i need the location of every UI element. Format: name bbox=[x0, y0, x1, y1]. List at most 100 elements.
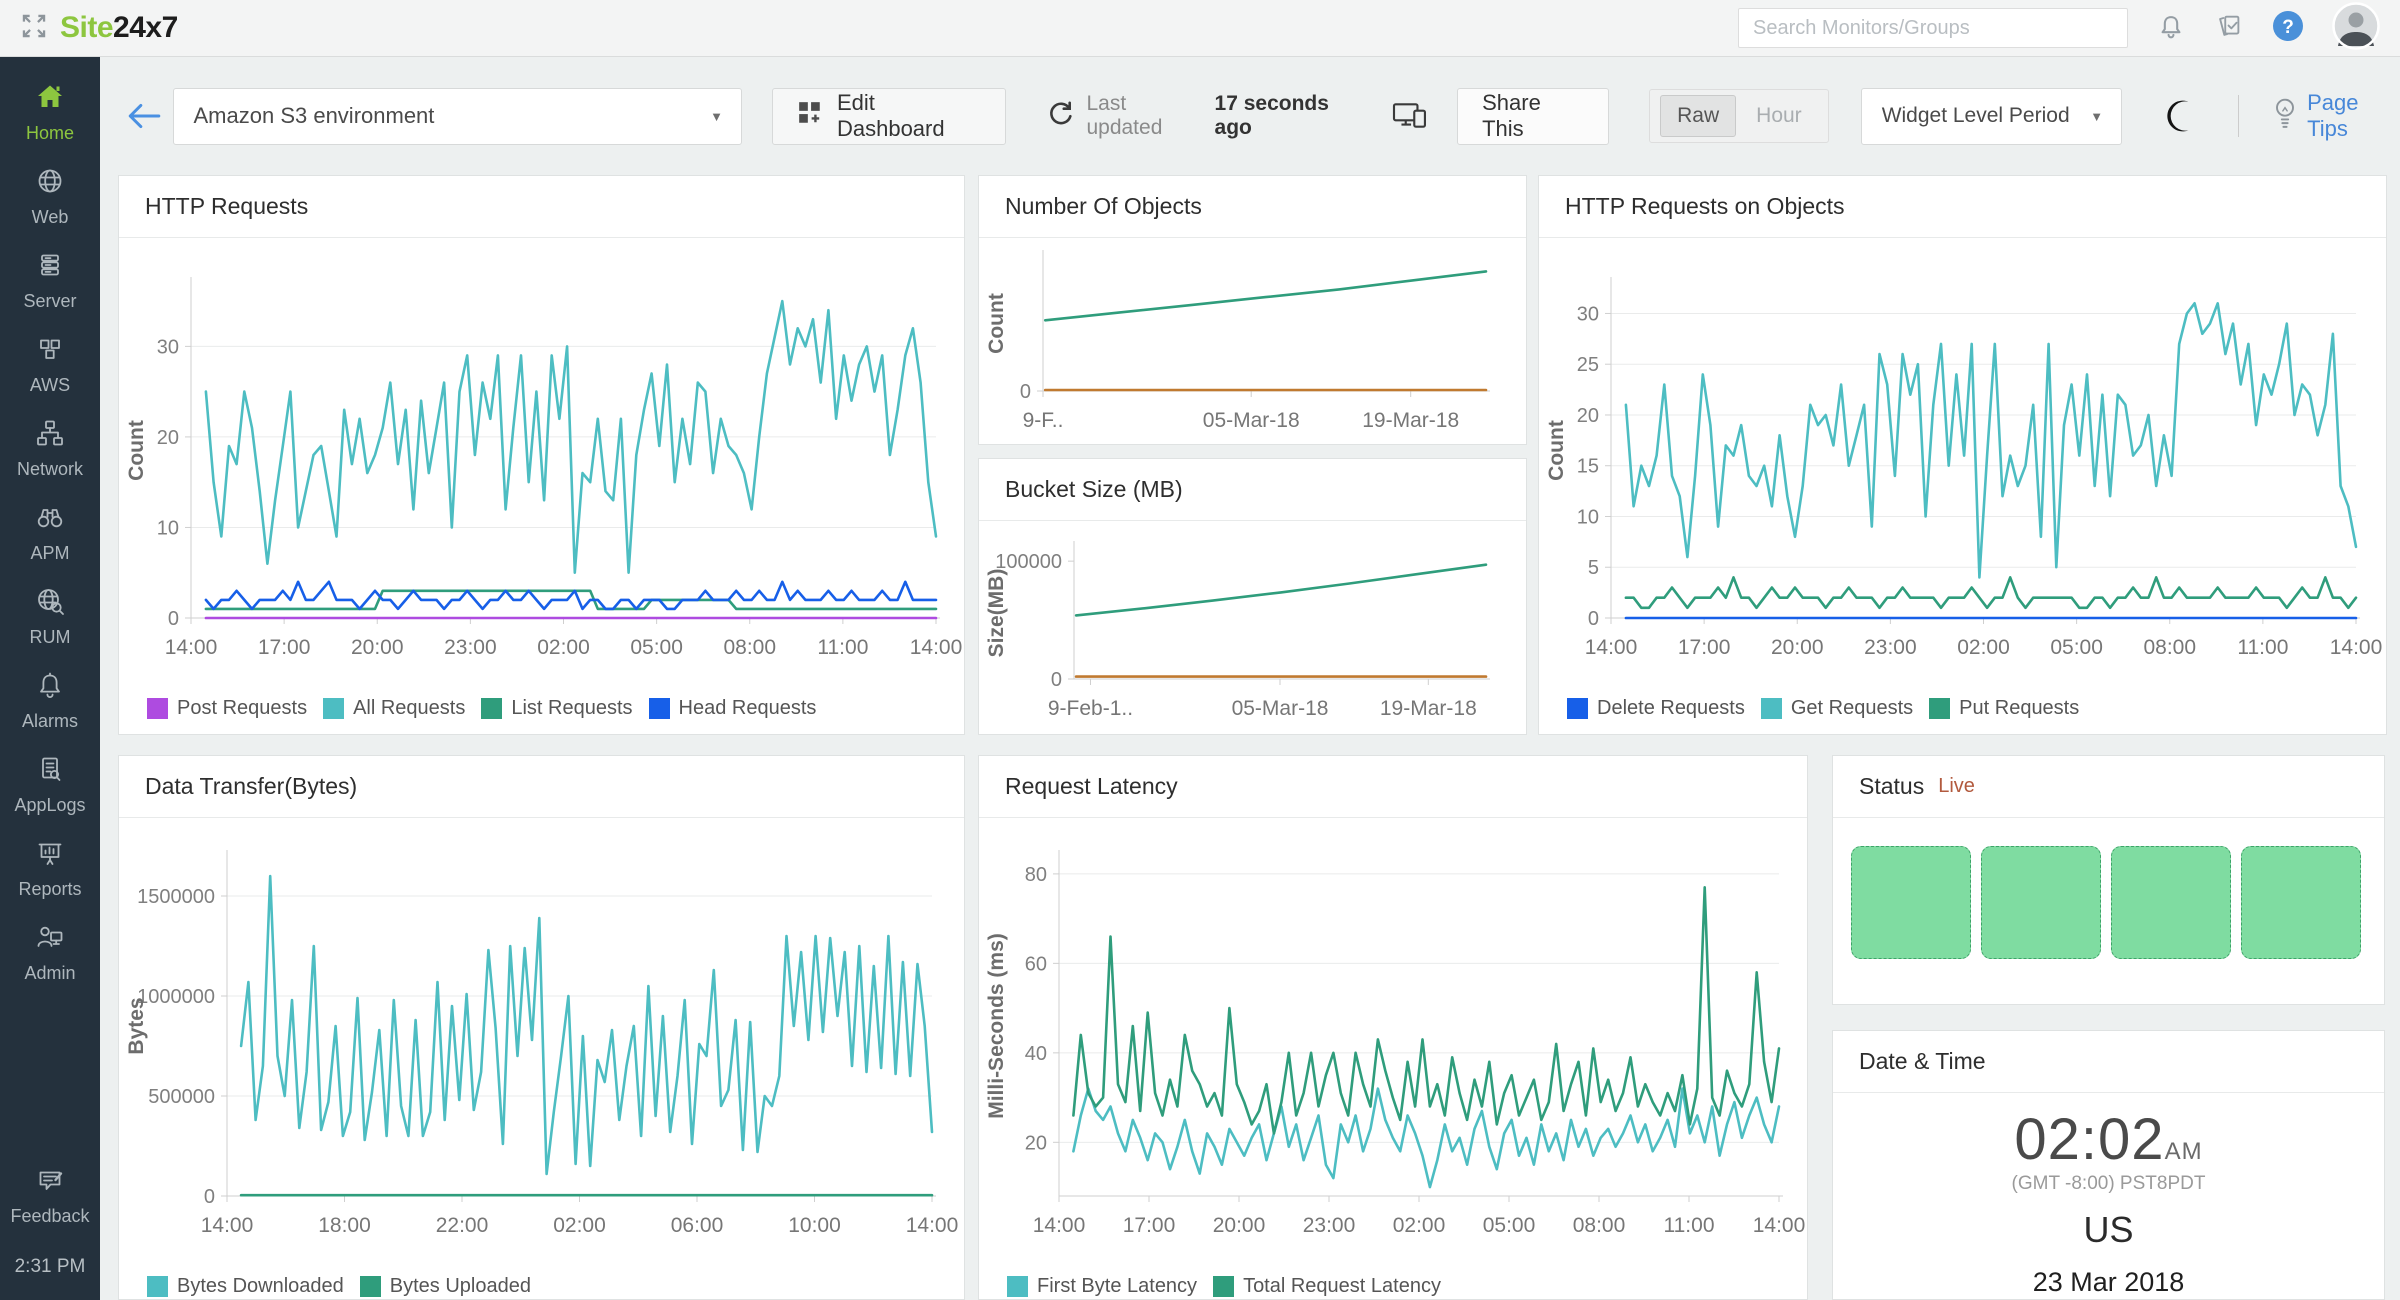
svg-text:Size(MB): Size(MB) bbox=[985, 569, 1008, 658]
svg-text:20:00: 20:00 bbox=[351, 636, 404, 659]
aws-icon bbox=[34, 333, 66, 370]
widget-number-of-objects: Number Of Objects 09-F..05-Mar-1819-Mar-… bbox=[978, 175, 1527, 445]
svg-text:Count: Count bbox=[125, 420, 148, 481]
sidebar-item-admin[interactable]: Admin bbox=[0, 911, 100, 995]
svg-text:500000: 500000 bbox=[148, 1086, 215, 1108]
status-square[interactable] bbox=[1851, 846, 1971, 959]
svg-text:05-Mar-18: 05-Mar-18 bbox=[1203, 409, 1300, 432]
chart-canvas: 05000001000000150000014:0018:0022:0002:0… bbox=[119, 818, 964, 1266]
legend-item[interactable]: Put Requests bbox=[1929, 697, 2079, 720]
svg-text:17:00: 17:00 bbox=[1123, 1214, 1176, 1237]
grid-plus-icon bbox=[797, 100, 823, 132]
legend-item[interactable]: Get Requests bbox=[1761, 697, 1913, 720]
svg-text:80: 80 bbox=[1025, 864, 1047, 886]
sidebar-item-apm[interactable]: APM bbox=[0, 491, 100, 575]
page-tips-link[interactable]: Page Tips bbox=[2273, 90, 2400, 142]
sidebar-item-rum[interactable]: RUM bbox=[0, 575, 100, 659]
refresh-icon[interactable] bbox=[1046, 99, 1074, 133]
sidebar-item-reports[interactable]: Reports bbox=[0, 827, 100, 911]
sidebar: Home WebServerAWSNetworkAPMRUM Alarms AppLo… bbox=[0, 57, 100, 1300]
sidebar-clock: 2:31 PM bbox=[15, 1238, 86, 1300]
alarms-icon bbox=[34, 669, 66, 706]
http-requests-on-objects-chart: 05101520253014:0017:0020:0023:0002:0005:… bbox=[1539, 238, 2386, 693]
server-icon bbox=[34, 249, 66, 286]
legend-item[interactable]: Delete Requests bbox=[1567, 697, 1745, 720]
legend-swatch bbox=[649, 698, 670, 719]
search-input[interactable] bbox=[1738, 8, 2128, 48]
sidebar-item-web[interactable]: Web bbox=[0, 155, 100, 239]
sidebar-item-label: Home bbox=[26, 123, 74, 144]
legend-label: All Requests bbox=[353, 697, 465, 720]
raw-toggle[interactable]: Raw bbox=[1660, 95, 1736, 137]
devices-icon[interactable] bbox=[1391, 100, 1429, 132]
status-square[interactable] bbox=[2241, 846, 2361, 959]
sidebar-item-home[interactable]: Home bbox=[0, 71, 100, 155]
svg-text:02:00: 02:00 bbox=[1393, 1214, 1446, 1237]
notification-bell-icon[interactable] bbox=[2156, 11, 2186, 46]
legend-swatch bbox=[147, 1276, 168, 1297]
help-icon[interactable]: ? bbox=[2272, 10, 2304, 47]
svg-text:05:00: 05:00 bbox=[1483, 1214, 1536, 1237]
legend-label: First Byte Latency bbox=[1037, 1275, 1197, 1298]
svg-text:14:00: 14:00 bbox=[1033, 1214, 1086, 1237]
network-icon bbox=[34, 417, 66, 454]
bulb-icon bbox=[2273, 97, 2297, 135]
status-squares bbox=[1833, 818, 2384, 959]
sidebar-item-network[interactable]: Network bbox=[0, 407, 100, 491]
svg-text:11:00: 11:00 bbox=[2237, 636, 2288, 659]
widget-data-transfer: Data Transfer(Bytes) 0500000100000015000… bbox=[118, 755, 965, 1300]
widget-date-time: Date & Time 02:02AM (GMT -8:00) PST8PDT … bbox=[1832, 1030, 2385, 1300]
chevron-down-icon: ▼ bbox=[2090, 109, 2103, 124]
sidebar-item-alarms[interactable]: Alarms bbox=[0, 659, 100, 743]
svg-text:0: 0 bbox=[1020, 381, 1031, 403]
svg-text:14:00: 14:00 bbox=[906, 1214, 959, 1237]
legend-swatch bbox=[1567, 698, 1588, 719]
logo[interactable]: Site24x7 bbox=[20, 11, 178, 45]
sidebar-item-feedback[interactable]: Feedback bbox=[0, 1154, 100, 1238]
chevron-down-icon: ▼ bbox=[710, 109, 723, 124]
svg-text:Count: Count bbox=[1545, 420, 1568, 481]
legend-label: Delete Requests bbox=[1597, 697, 1745, 720]
back-arrow-icon[interactable] bbox=[126, 100, 165, 132]
svg-text:10: 10 bbox=[1577, 506, 1599, 528]
edit-dashboard-button[interactable]: Edit Dashboard bbox=[772, 88, 1007, 145]
svg-text:18:00: 18:00 bbox=[318, 1214, 371, 1237]
legend-item[interactable]: Bytes Uploaded bbox=[360, 1275, 531, 1298]
sidebar-item-server[interactable]: Server bbox=[0, 239, 100, 323]
svg-text:05-Mar-18: 05-Mar-18 bbox=[1232, 697, 1329, 720]
number-of-objects-chart: 09-F..05-Mar-1819-Mar-18Count bbox=[979, 238, 1526, 448]
legend-swatch bbox=[1929, 698, 1950, 719]
dark-mode-moon-icon[interactable] bbox=[2166, 99, 2198, 133]
task-check-icon[interactable] bbox=[2214, 11, 2244, 46]
widget-level-period-value: Widget Level Period bbox=[1882, 104, 2070, 128]
svg-text:1500000: 1500000 bbox=[137, 886, 215, 908]
sidebar-item-aws[interactable]: AWS bbox=[0, 323, 100, 407]
widget-title: Bucket Size (MB) bbox=[979, 459, 1526, 521]
hour-toggle[interactable]: Hour bbox=[1740, 96, 1818, 136]
expand-icon[interactable] bbox=[20, 12, 48, 45]
share-this-button[interactable]: Share This bbox=[1457, 88, 1609, 145]
svg-text:0: 0 bbox=[1588, 608, 1599, 630]
legend-item[interactable]: All Requests bbox=[323, 697, 465, 720]
legend-item[interactable]: Post Requests bbox=[147, 697, 307, 720]
legend-item[interactable]: First Byte Latency bbox=[1007, 1275, 1197, 1298]
widget-title: Data Transfer(Bytes) bbox=[119, 756, 964, 818]
legend-item[interactable]: Total Request Latency bbox=[1213, 1275, 1441, 1298]
svg-text:23:00: 23:00 bbox=[1303, 1214, 1356, 1237]
legend-item[interactable]: Head Requests bbox=[649, 697, 817, 720]
last-updated-label: Last updated bbox=[1086, 92, 1202, 140]
status-square[interactable] bbox=[1981, 846, 2101, 959]
date: 23 Mar 2018 bbox=[2033, 1267, 2185, 1298]
svg-text:19-Mar-18: 19-Mar-18 bbox=[1362, 409, 1459, 432]
legend-item[interactable]: List Requests bbox=[481, 697, 632, 720]
widget-level-period-select[interactable]: Widget Level Period ▼ bbox=[1861, 88, 2122, 145]
sidebar-item-label: Alarms bbox=[22, 711, 78, 732]
legend-item[interactable]: Bytes Downloaded bbox=[147, 1275, 344, 1298]
legend-label: Bytes Uploaded bbox=[390, 1275, 531, 1298]
sidebar-item-applogs[interactable]: AppLogs bbox=[0, 743, 100, 827]
svg-text:14:00: 14:00 bbox=[201, 1214, 254, 1237]
dashboard-select[interactable]: Amazon S3 environment ▼ bbox=[173, 88, 742, 145]
avatar[interactable] bbox=[2332, 2, 2380, 55]
status-square[interactable] bbox=[2111, 846, 2231, 959]
legend-label: Bytes Downloaded bbox=[177, 1275, 344, 1298]
